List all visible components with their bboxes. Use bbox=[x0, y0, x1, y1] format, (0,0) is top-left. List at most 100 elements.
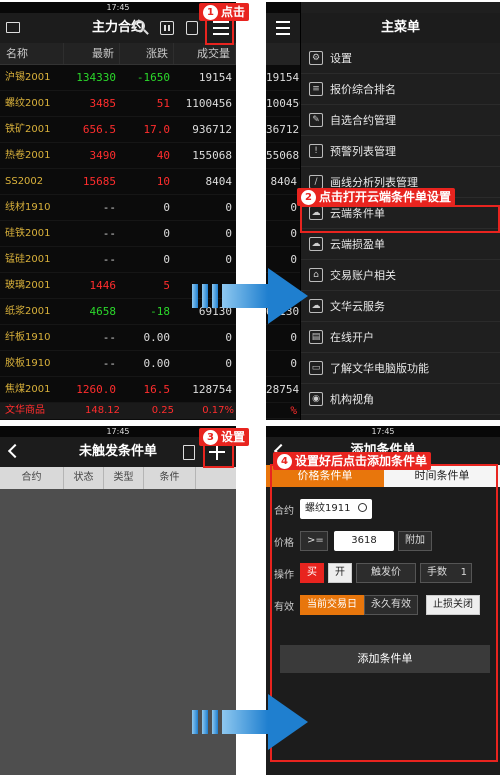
volume: 19154 bbox=[198, 71, 232, 84]
contract-name: 焦煤2001 bbox=[5, 384, 51, 395]
contract-name: 硅铁2001 bbox=[5, 228, 51, 239]
last-price: -- bbox=[102, 227, 116, 240]
menu-item-label: 云端损盈单 bbox=[330, 238, 385, 251]
last-price: -- bbox=[102, 331, 116, 344]
contract-name: 纤板1910 bbox=[5, 332, 51, 343]
col-status: 状态 bbox=[64, 467, 104, 489]
last-price: 656.5 bbox=[82, 123, 116, 136]
quote-rows: 沪锡2001 134330 -1650 19154 螺纹2001 3485 51 110045… bbox=[0, 65, 236, 403]
last-price: 3490 bbox=[89, 149, 117, 162]
step-arrow-1 bbox=[192, 268, 308, 324]
annotation-text-1: 点击 bbox=[221, 5, 246, 19]
strip-volume: 8404 bbox=[266, 169, 300, 195]
price-change: 17.0 bbox=[143, 123, 171, 136]
col-name[interactable]: 名称 bbox=[0, 43, 64, 64]
quote-row[interactable]: 纤板1910 -- 0.00 0 bbox=[0, 325, 236, 351]
menu-item[interactable]: ≡ 报价综合排名 bbox=[301, 74, 500, 105]
quote-row[interactable]: SS2002 15685 10 8404 bbox=[0, 169, 236, 195]
annotation-text-2: 点击打开云端条件单设置 bbox=[319, 190, 452, 204]
quote-row[interactable]: 沪锡2001 134330 -1650 19154 bbox=[0, 65, 236, 91]
volume: 936712 bbox=[192, 123, 232, 136]
menu-item-icon: ⚙ bbox=[309, 51, 323, 65]
menu-item[interactable]: ▭ 了解文华电脑版功能 bbox=[301, 353, 500, 384]
menu-item[interactable]: ⚙ 设置 bbox=[301, 43, 500, 74]
annotation-number-4: 4 bbox=[277, 454, 292, 469]
last-price: 1260.0 bbox=[76, 383, 116, 396]
quote-row[interactable]: 焦煤2001 1260.0 16.5 128754 bbox=[0, 377, 236, 403]
contract-name: 锰硅2001 bbox=[5, 254, 51, 265]
quote-row[interactable]: 胶板1910 -- 0.00 0 bbox=[0, 351, 236, 377]
annotation-1: 1 点击 bbox=[199, 3, 250, 21]
index-change: 0.25 bbox=[151, 405, 174, 416]
quote-row[interactable]: 硅铁2001 -- 0 0 bbox=[0, 221, 236, 247]
price-change: 51 bbox=[156, 97, 170, 110]
orders-table-header: 合约 状态 类型 条件 bbox=[0, 467, 236, 489]
last-price: -- bbox=[102, 253, 116, 266]
volume: 0 bbox=[225, 227, 232, 240]
index-name: 文华商品 bbox=[5, 405, 45, 416]
contract-name: 胶板1910 bbox=[5, 358, 51, 369]
menu-item-label: 了解文华电脑版功能 bbox=[330, 362, 429, 375]
strip-volume: 0 bbox=[266, 221, 300, 247]
pen-icon[interactable] bbox=[186, 21, 198, 35]
contract-name: SS2002 bbox=[5, 176, 44, 187]
last-price: -- bbox=[102, 357, 116, 370]
contract-name: 玻璃2001 bbox=[5, 280, 51, 291]
menu-item[interactable]: ✎ 自选合约管理 bbox=[301, 105, 500, 136]
col-contract: 合约 bbox=[0, 467, 64, 489]
volume: 1100456 bbox=[185, 97, 232, 110]
price-change: 5 bbox=[163, 279, 170, 292]
clock: 17:45 bbox=[371, 427, 395, 436]
price-change: 0.00 bbox=[143, 331, 171, 344]
strip-volumes: 1915410045636712550688404000691300028754… bbox=[266, 65, 306, 419]
strip-volume: 0 bbox=[266, 351, 300, 377]
last-price: 15685 bbox=[82, 175, 116, 188]
price-change: 0.00 bbox=[143, 357, 171, 370]
contract-name: 螺纹2001 bbox=[5, 98, 51, 109]
strip-volume: 0 bbox=[266, 325, 300, 351]
col-price[interactable]: 最新 bbox=[64, 43, 120, 64]
strip-volume: % bbox=[266, 403, 300, 419]
quote-table-header: 名称 最新 涨跌 成交量 bbox=[0, 43, 236, 65]
quote-row[interactable]: 热卷2001 3490 40 155068 bbox=[0, 143, 236, 169]
history-doc-icon[interactable] bbox=[183, 445, 195, 460]
menu-item-icon: ! bbox=[309, 144, 323, 158]
last-price: 3485 bbox=[89, 97, 117, 110]
quote-row[interactable]: 螺纹2001 3485 51 1100456 bbox=[0, 91, 236, 117]
menu-item-icon: ◉ bbox=[309, 392, 323, 406]
col-condition: 条件 bbox=[144, 467, 196, 489]
index-pct: 0.17% bbox=[202, 405, 234, 416]
annotation-number-2: 2 bbox=[301, 190, 316, 205]
contract-name: 沪锡2001 bbox=[5, 72, 51, 83]
strip-volume: 19154 bbox=[266, 65, 300, 91]
annotation-text-3: 设置 bbox=[221, 430, 246, 444]
menu-item[interactable]: ! 预警列表管理 bbox=[301, 136, 500, 167]
menu-list-icon-mid bbox=[276, 27, 290, 29]
menu-item[interactable]: ▤ 在线开户 bbox=[301, 322, 500, 353]
price-change: 16.5 bbox=[143, 383, 171, 396]
menu-item[interactable]: ☁ 文华云服务 bbox=[301, 291, 500, 322]
menu-item[interactable]: ◉ 机构视角 bbox=[301, 384, 500, 415]
annotation-number-3: 3 bbox=[203, 430, 218, 445]
menu-item[interactable]: ☁ 云端损盈单 bbox=[301, 229, 500, 260]
strip-volume: 28754 bbox=[266, 377, 300, 403]
annotation-number-1: 1 bbox=[203, 5, 218, 20]
annotation-4: 4 设置好后点击添加条件单 bbox=[273, 452, 432, 470]
quote-row[interactable]: 线材1910 -- 0 0 bbox=[0, 195, 236, 221]
menu-item-label: 预警列表管理 bbox=[330, 145, 396, 158]
menu-item-icon: ≡ bbox=[309, 82, 323, 96]
menu-item-icon: ✎ bbox=[309, 113, 323, 127]
price-change: -1650 bbox=[136, 71, 170, 84]
strip-header bbox=[266, 43, 300, 65]
menu-item[interactable]: ⌂ 交易账户相关 bbox=[301, 260, 500, 291]
contract-name: 线材1910 bbox=[5, 202, 51, 213]
quote-row[interactable]: 铁矿2001 656.5 17.0 936712 bbox=[0, 117, 236, 143]
menu-item-label: 交易账户相关 bbox=[330, 269, 396, 282]
volume: 0 bbox=[225, 331, 232, 344]
col-change[interactable]: 涨跌 bbox=[120, 43, 174, 64]
clock: 17:45 bbox=[106, 3, 130, 12]
col-volume[interactable]: 成交量 bbox=[174, 43, 236, 64]
status-bar: 17:45 bbox=[266, 426, 500, 437]
volume: 128754 bbox=[192, 383, 232, 396]
strip-nav bbox=[266, 13, 300, 43]
